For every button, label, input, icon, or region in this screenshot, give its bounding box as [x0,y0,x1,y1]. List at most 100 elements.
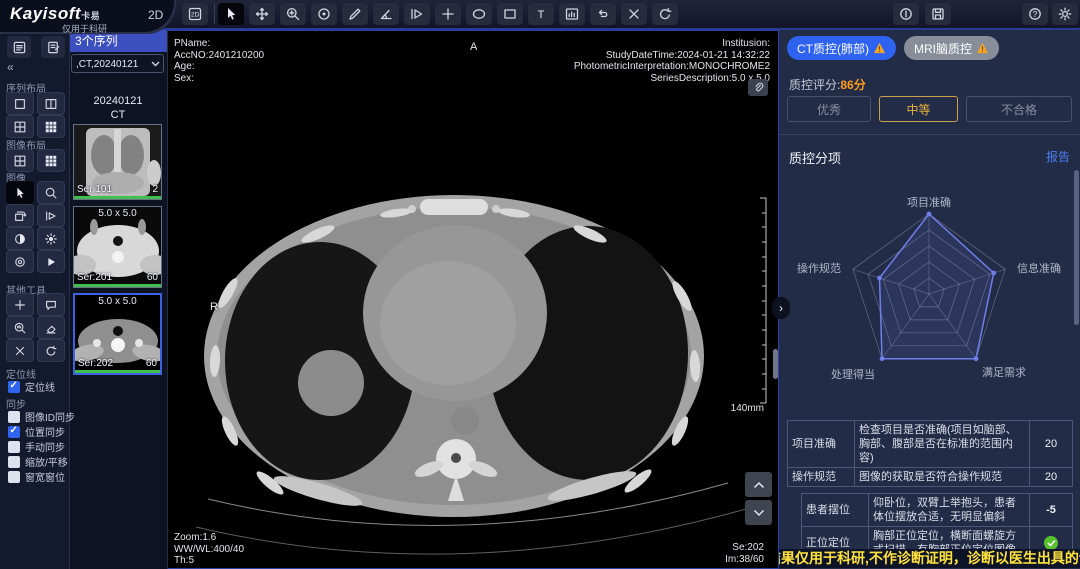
checkbox-manual-sync[interactable]: 手动同步 [8,439,65,454]
report-icon [46,40,61,55]
sb-add-button[interactable] [6,293,34,316]
target-tool-button[interactable] [311,3,337,25]
settings-button[interactable] [1052,3,1078,25]
img-layout-3x3-button[interactable] [37,149,65,172]
checkbox-window-sync[interactable]: 窗宽窗位 [8,469,65,484]
ellipse-tool-button[interactable] [466,3,492,25]
research-disclaimer-marquee: 结果仅用于科研,不作诊断证明，诊断以医生出具的诊断 [779,549,1080,568]
series-dropdown[interactable]: ,CT,20240121 [71,54,164,73]
thumbnail-series-201[interactable]: 5.0 x 5.0 Ser:201 60 [73,206,162,288]
sb-rotate-flip-button[interactable] [6,204,34,227]
sb-search-button[interactable] [37,181,65,204]
image-window-tool-button[interactable] [559,3,585,25]
left-tool-sidebar: « 序列布局 图像布局 图像 其他工具 定位线 定位线 同步 图像ID同步 位 [0,30,70,569]
spiral-icon [13,255,27,269]
stack-scrollbar-thumb[interactable] [773,349,778,379]
checkbox-image-id-sync[interactable]: 图像ID同步 [8,409,75,424]
sb-delete-button[interactable] [6,339,34,362]
panel-expand-handle[interactable]: › [772,297,790,319]
undo-tool-button[interactable] [590,3,616,25]
save-icon [930,6,946,22]
sb-cine-button[interactable] [37,204,65,227]
qc-right-panel: CT质控(肺部) MRI脑质控 质控评分:86分 优秀 中等 不合格 质控分项 … [779,30,1080,569]
checkbox[interactable] [8,456,20,468]
layout-2x2-icon [13,120,27,134]
img-layout-2x2-button[interactable] [6,149,34,172]
layout-1x1-icon [13,97,27,111]
checkbox-locator-line[interactable]: 定位线 [8,379,55,394]
checkbox[interactable] [8,426,20,438]
grade-medium-button[interactable]: 中等 [879,96,958,122]
checkbox[interactable] [8,411,20,423]
layout-2d-button[interactable]: 2D [182,3,208,25]
divider [779,134,1080,135]
radar-label-bottom-right: 满足需求 [982,364,1026,380]
rotate-flip-icon [13,209,27,223]
tab-mri-qc[interactable]: MRI脑质控 [904,36,999,60]
pan-tool-button[interactable] [249,3,275,25]
panel-scrollbar-thumb[interactable] [1074,170,1079,325]
zoom-tool-button[interactable] [280,3,306,25]
radar-label-top: 项目准确 [779,194,1079,210]
checkbox[interactable] [8,471,20,483]
paperclip-icon [753,82,764,93]
angle-tool-button[interactable] [373,3,399,25]
text-tool-button[interactable]: T [528,3,554,25]
study-list-button[interactable] [7,36,31,58]
sb-play-button[interactable] [37,250,65,273]
checkbox-label: 窗宽窗位 [25,469,65,484]
sb-refresh-button[interactable] [37,339,65,362]
grade-fail-button[interactable]: 不合格 [966,96,1072,122]
text-tool-icon: T [533,6,549,22]
qc-subitem-desc: 胸部正位定位，横断面螺旋方式扫描，有胸部正位定位图像 [869,527,1030,550]
layout-1x2-button[interactable] [37,92,65,115]
report-button[interactable] [41,36,65,58]
sb-invert-button[interactable] [6,227,34,250]
info-button[interactable] [893,3,919,25]
layout-3x3-button[interactable] [37,115,65,138]
sb-eraser-button[interactable] [37,316,65,339]
study-list-icon [12,40,27,55]
report-link[interactable]: 报告 [1046,148,1070,165]
chevron-down-icon [753,509,765,517]
layout-2x2-button[interactable] [6,115,34,138]
checkbox[interactable] [8,381,20,393]
series-number: Ser:201 [77,272,112,283]
grade-excellent-button[interactable]: 优秀 [787,96,871,122]
layout-1x1-button[interactable] [6,92,34,115]
sb-comment-button[interactable] [37,293,65,316]
link-series-button[interactable] [748,79,768,96]
cobb-angle-tool-button[interactable] [404,3,430,25]
cursor-tool-button[interactable] [218,3,244,25]
sb-cursor-button[interactable] [6,181,34,204]
qc-main-table: 项目准确 检查项目是否准确(项目如脑部、胸部、腹部是否在标准的范围内容) 20 … [787,420,1073,487]
measure-tool-button[interactable] [342,3,368,25]
sb-spiral-button[interactable] [6,250,34,273]
collapse-sidebar-button[interactable]: « [7,60,14,74]
main-image-viewport[interactable]: PName: AccNO:2401210200 Age: Sex: Instit… [167,30,779,569]
checkbox[interactable] [8,441,20,453]
delete-tool-button[interactable] [621,3,647,25]
help-icon: ? [1027,6,1043,22]
help-button[interactable]: ? [1022,3,1048,25]
tab-ct-qc[interactable]: CT质控(肺部) [787,36,896,60]
thumbnail-series-202-selected[interactable]: 5.0 x 5.0 Ser:202 60 [73,293,162,375]
qc-score: 质控评分:86分 [789,76,866,93]
reset-tool-button[interactable] [652,3,678,25]
rectangle-tool-button[interactable] [497,3,523,25]
sb-magnify-button[interactable] [6,316,34,339]
radar-label-right: 信息准确 [1017,260,1061,276]
save-button[interactable] [925,3,951,25]
thumbnail-scout[interactable]: Ser:101 2 [73,124,162,200]
layout-2d-icon: 2D [187,6,203,22]
pan-icon [254,6,270,22]
scroll-up-button[interactable] [745,472,772,497]
sb-brightness-button[interactable] [37,227,65,250]
checkbox-position-sync[interactable]: 位置同步 [8,424,65,439]
cursor-icon [223,6,239,22]
qc-item-name: 项目准确 [788,421,855,468]
logo-subtitle: 仅用于科研 [62,22,107,35]
scroll-down-button[interactable] [745,500,772,525]
checkbox-zoom-pan-sync[interactable]: 缩放/平移 [8,454,68,469]
crosshair-tool-button[interactable] [435,3,461,25]
